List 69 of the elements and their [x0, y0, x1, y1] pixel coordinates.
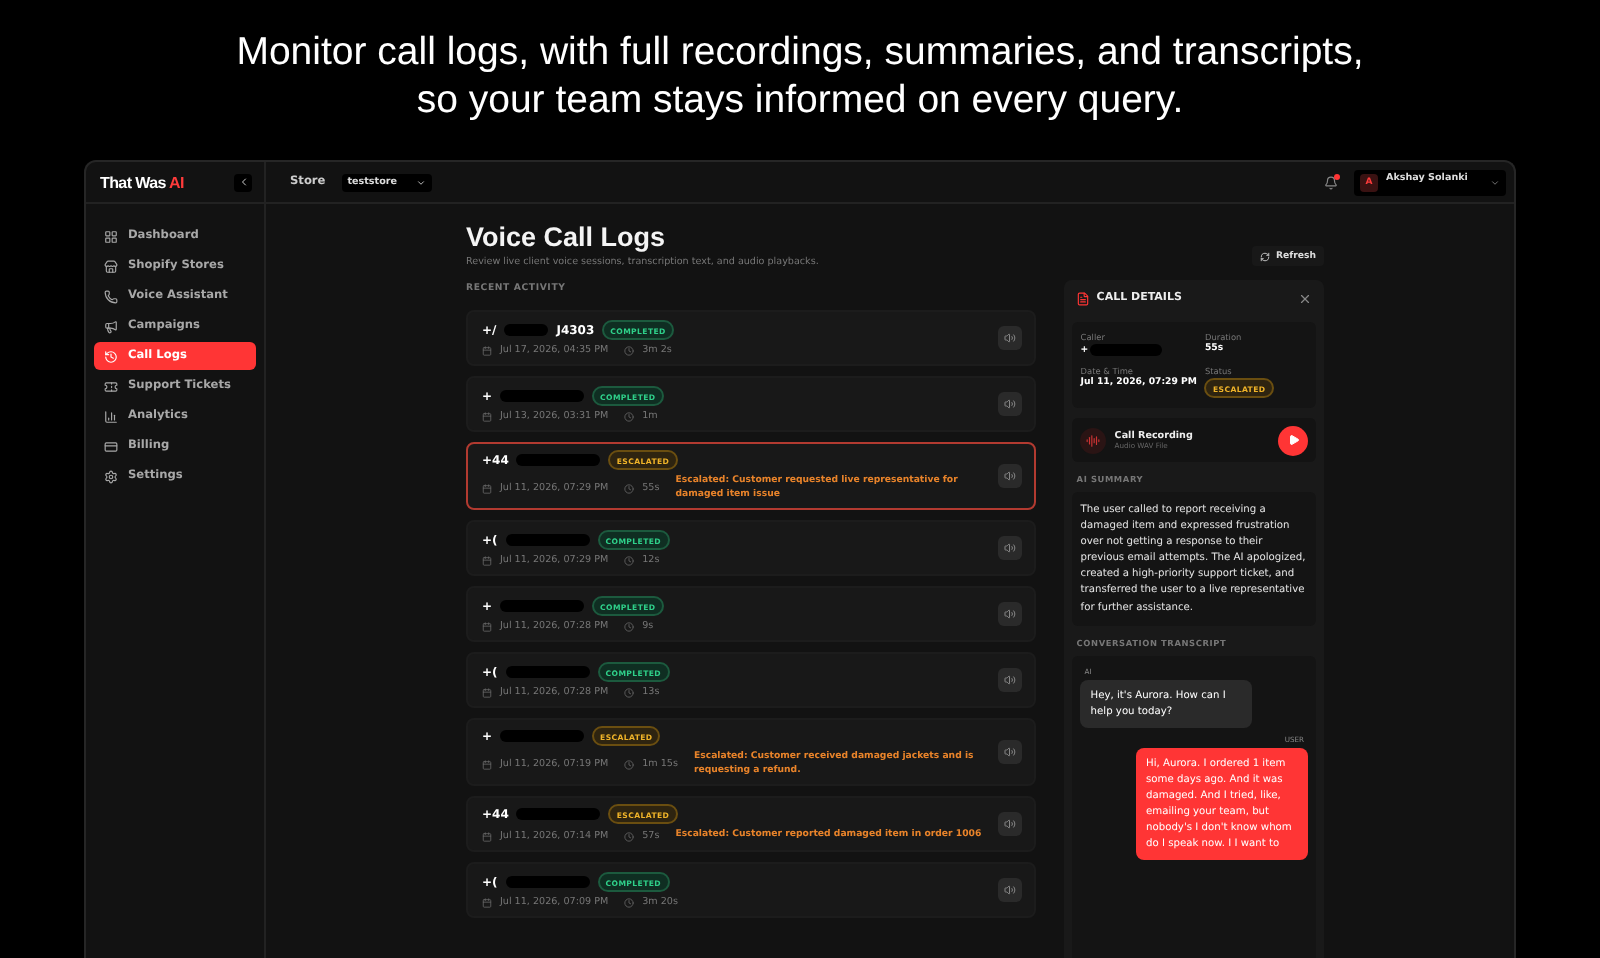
speaker-button[interactable] — [998, 464, 1023, 488]
redaction-bar — [504, 324, 549, 336]
clock-icon — [624, 688, 635, 698]
calendar-icon — [482, 556, 492, 566]
speaker-icon — [1004, 884, 1017, 896]
speaker-button[interactable] — [998, 326, 1023, 350]
calendar-icon — [482, 760, 492, 770]
redaction-bar — [505, 666, 590, 678]
grid-icon — [104, 229, 118, 243]
megaphone-icon — [104, 319, 118, 333]
speaker-button[interactable] — [998, 878, 1023, 902]
calendar-icon — [482, 688, 492, 698]
redaction-bar — [505, 876, 590, 888]
redaction-bar — [505, 534, 590, 546]
calendar-icon — [482, 484, 492, 494]
speaker-button[interactable] — [998, 740, 1023, 764]
speaker-button[interactable] — [998, 668, 1023, 692]
play-icon — [1287, 434, 1299, 446]
clock-icon — [624, 412, 635, 422]
redaction-bar — [500, 730, 585, 742]
speaker-icon — [1004, 818, 1017, 830]
phone-icon — [104, 289, 118, 303]
speaker-icon — [1004, 470, 1017, 482]
speaker-button[interactable] — [998, 812, 1023, 836]
calendar-icon — [482, 832, 492, 842]
clock-icon — [624, 760, 635, 770]
page-title: Voice Call Logs — [466, 222, 668, 254]
speaker-icon — [1004, 608, 1017, 620]
clock-icon — [624, 484, 635, 494]
clock-icon — [624, 556, 635, 566]
store-icon — [104, 259, 118, 273]
calendar-icon — [482, 346, 492, 356]
calendar-icon — [482, 898, 492, 908]
chevron-down-icon — [415, 177, 426, 187]
clock-icon — [624, 832, 635, 842]
chevron-left-icon — [237, 176, 249, 188]
speaker-icon — [1004, 746, 1017, 758]
close-icon[interactable] — [1298, 291, 1312, 305]
speaker-button[interactable] — [998, 392, 1023, 416]
refresh-icon — [1259, 251, 1270, 261]
speaker-icon — [1004, 674, 1017, 686]
clock-icon — [624, 622, 635, 632]
card-icon — [104, 439, 118, 453]
document-icon — [1076, 291, 1091, 305]
redaction-bar — [516, 808, 601, 821]
ticket-icon — [104, 379, 118, 393]
redaction-bar — [500, 600, 585, 612]
speaker-button[interactable] — [998, 536, 1023, 560]
speaker-icon — [1004, 398, 1017, 410]
redaction-bar — [500, 390, 585, 402]
chevron-down-icon — [1490, 177, 1500, 187]
clock-icon — [624, 346, 635, 356]
speaker-button[interactable] — [998, 602, 1023, 626]
speaker-icon — [1004, 332, 1017, 344]
wave-icon — [1086, 433, 1101, 447]
redaction-bar — [516, 454, 601, 466]
headline: Monitor call logs, with full recordings, summaries, and transcripts, — [236, 28, 1364, 76]
bar-chart-icon — [104, 409, 118, 423]
play-button[interactable] — [1278, 425, 1308, 455]
logo: That Was AI — [100, 173, 184, 191]
headline: so your team stays informed on every query. — [416, 76, 1184, 124]
settings-icon — [104, 469, 118, 483]
bell-icon[interactable] — [1324, 175, 1338, 189]
clock-icon — [624, 898, 635, 908]
calendar-icon — [482, 622, 492, 632]
collapse-button[interactable] — [234, 173, 252, 191]
history-icon — [104, 349, 118, 363]
speaker-icon — [1004, 542, 1017, 554]
calendar-icon — [482, 412, 492, 422]
